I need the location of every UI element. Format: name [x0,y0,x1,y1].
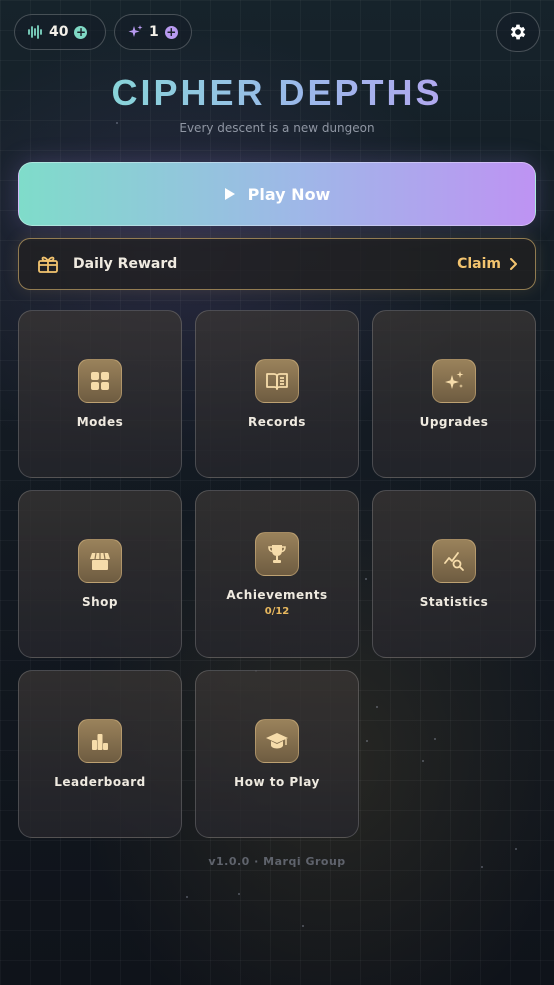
sparkles-icon [432,359,476,403]
play-icon [224,188,235,200]
soundwave-icon [28,25,42,39]
tile-label: Achievements [226,587,328,602]
star [366,740,368,742]
book-icon [255,359,299,403]
trophy-icon [255,531,299,576]
leaderboard-tile[interactable]: Leaderboard [18,670,182,838]
modes-tile[interactable]: Modes [18,310,182,478]
energy-counter[interactable]: 40 + [14,14,106,50]
game-subtitle: Every descent is a new dungeon [179,121,375,135]
achievements-tile[interactable]: Achievements 0/12 [195,490,359,658]
sparks-value: 1 [149,24,159,40]
tile-label: Shop [81,595,119,609]
tile-label: Modes [76,415,124,429]
energy-value: 40 [49,24,69,40]
settings-button[interactable] [496,12,540,52]
podium-icon [78,719,122,763]
tile-label: Statistics [419,595,489,609]
shop-tile[interactable]: Shop [18,490,182,658]
daily-reward-label: Daily Reward [73,256,178,272]
claim-button[interactable]: Claim [457,256,501,272]
star [186,896,188,898]
play-now-button[interactable]: Play Now [18,162,536,226]
graduation-cap-icon [255,719,299,763]
play-now-label: Play Now [247,184,331,204]
sparks-counter[interactable]: 1 + [114,14,192,50]
tile-label: How to Play [234,775,320,789]
how-to-play-tile[interactable]: How to Play [195,670,359,838]
tile-label: Leaderboard [54,775,146,789]
chart-search-icon [432,539,476,583]
star [238,893,240,895]
version-footer: v1.0.0 · Marqi Group [208,855,346,868]
statistics-tile[interactable]: Statistics [372,490,536,658]
tile-label: Upgrades [419,415,489,429]
game-title: CIPHER DEPTHS [0,72,554,114]
sparkle-icon [128,25,143,37]
star [422,760,424,762]
star [434,738,436,740]
add-sparks-icon[interactable]: + [164,25,178,39]
achievements-progress: 0/12 [264,605,290,617]
tile-label: Records [248,415,306,429]
daily-reward-bar[interactable]: Daily Reward Claim [18,238,536,290]
gear-icon [510,24,526,40]
grid-icon [78,359,122,403]
star [376,706,378,708]
store-icon [78,539,122,583]
chevron-right-icon [510,258,517,270]
star [302,925,304,927]
records-tile[interactable]: Records [195,310,359,478]
star [515,848,517,850]
add-energy-icon[interactable]: + [74,25,88,39]
upgrades-tile[interactable]: Upgrades [372,310,536,478]
gift-icon [38,256,58,273]
star [365,578,367,580]
